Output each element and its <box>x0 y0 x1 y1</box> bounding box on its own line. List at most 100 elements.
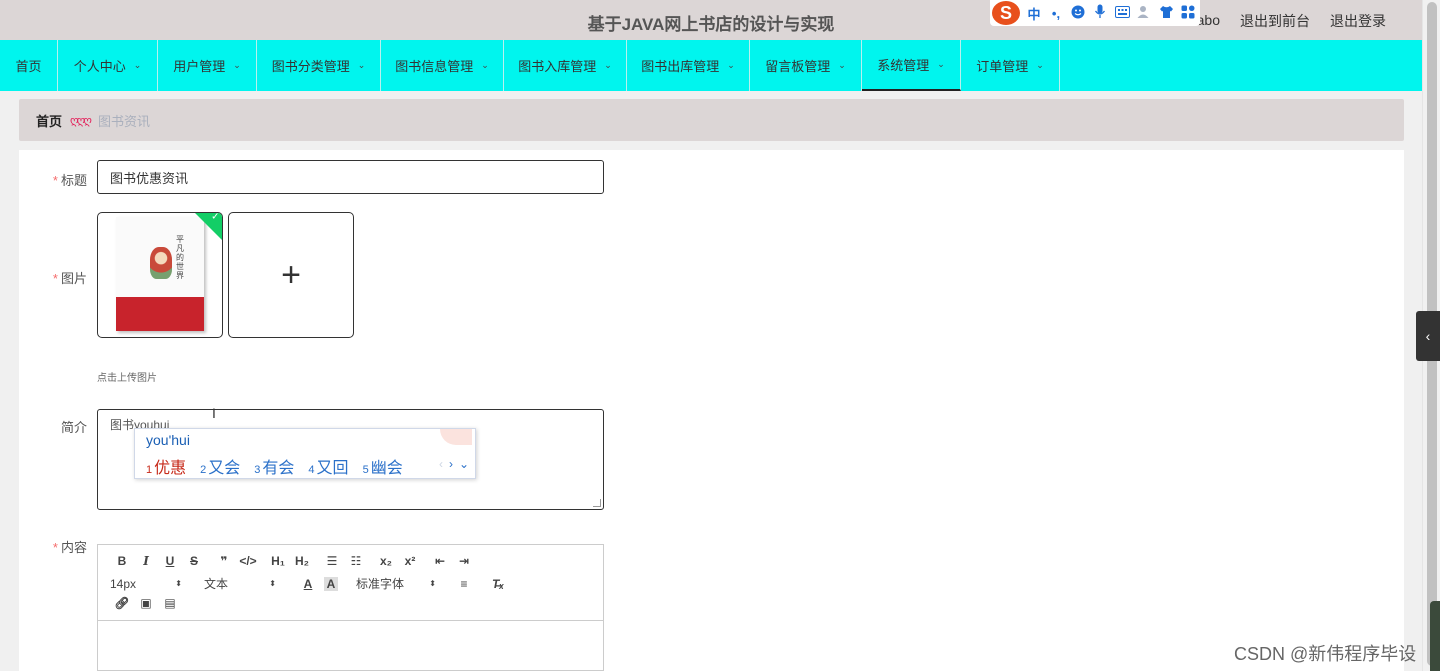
user-area: abo 退出到前台 退出登录 <box>1179 11 1386 31</box>
underline-icon[interactable]: U <box>158 554 182 568</box>
chevron-down-icon: ⌄ <box>481 60 489 70</box>
check-icon: ✓ <box>211 212 220 223</box>
floating-widget[interactable] <box>1430 601 1440 671</box>
title-input[interactable]: 图书优惠资讯 <box>97 160 604 194</box>
link-icon[interactable]: 🔗︎ <box>110 596 134 610</box>
select-arrows-icon: ⬍ <box>269 579 276 588</box>
nav-item-book-category[interactable]: 图书分类管理 ⌄ <box>257 40 381 91</box>
align-icon[interactable]: ≡ <box>452 577 476 591</box>
italic-icon[interactable]: I <box>134 554 158 568</box>
chevron-left-icon: ‹ <box>1425 328 1431 344</box>
required-mark: * <box>52 271 58 286</box>
chevron-down-icon[interactable]: ⌄ <box>459 457 469 471</box>
nav-item-book-info[interactable]: 图书信息管理 ⌄ <box>381 40 504 91</box>
nav-item-book-stock-out[interactable]: 图书出库管理 ⌄ <box>627 40 750 91</box>
book-cover-title: 平凡的世界 <box>176 235 184 280</box>
upload-button[interactable]: + <box>228 212 354 338</box>
font-family-select[interactable]: 标准字体 ⬍ <box>356 575 436 592</box>
clear-format-icon[interactable]: T̶ₓ <box>486 577 510 591</box>
keyboard-icon[interactable] <box>1114 5 1130 21</box>
chevron-down-icon: ⌄ <box>604 60 612 70</box>
text-cursor-icon: I <box>212 405 216 421</box>
upload-tip: 点击上传图片 <box>97 373 157 384</box>
ime-candidate[interactable]: 5 幽会 <box>363 454 403 478</box>
image-icon[interactable]: ▣ <box>134 596 158 610</box>
user-account-icon[interactable] <box>1136 5 1152 22</box>
breadcrumb-home[interactable]: 首页 <box>36 111 62 130</box>
nav-item-book-stock-in[interactable]: 图书入库管理 ⌄ <box>504 40 627 91</box>
ime-candidate[interactable]: 2 又会 <box>200 454 240 478</box>
ime-candidate[interactable]: 3 有会 <box>254 454 294 478</box>
nav-item-user-management[interactable]: 用户管理 ⌄ <box>158 40 257 91</box>
top-header: 基于JAVA网上书店的设计与实现 abo 退出到前台 退出登录 <box>0 0 1422 40</box>
indent-icon[interactable]: ⇥ <box>452 554 476 568</box>
chevron-down-icon: ⌄ <box>727 60 735 70</box>
chevron-down-icon: ⌄ <box>1036 60 1044 70</box>
bullet-list-icon[interactable]: ☷ <box>344 554 368 568</box>
ime-candidate-popup: you'hui 1 优惠 2 又会 3 有会 4 又回 5 幽会 ‹ › ⌄ <box>134 428 476 479</box>
strikethrough-icon[interactable]: S <box>182 554 206 568</box>
title-label: * 标题 <box>52 173 87 188</box>
toolbar-row-3: 🔗︎ ▣ ▤ <box>110 596 182 610</box>
logout-button[interactable]: 退出登录 <box>1330 11 1386 31</box>
font-size-select[interactable]: 14px ⬍ <box>110 577 182 591</box>
ime-mode-toggle[interactable]: 中 <box>1026 4 1042 23</box>
chevron-down-icon: ⌄ <box>357 60 366 70</box>
required-mark: * <box>52 173 58 188</box>
image-label: * 图片 <box>52 271 87 286</box>
ime-candidate[interactable]: 1 优惠 <box>146 454 186 478</box>
block-type-select[interactable]: 文本 ⬍ <box>204 575 276 592</box>
editor-toolbar: B I U S ❞ </> H₁ H₂ ☰ ☷ x₂ x² ⇤ ⇥ 14px ⬍ … <box>98 545 603 621</box>
outdent-icon[interactable]: ⇤ <box>428 554 452 568</box>
nav-item-personal-center[interactable]: 个人中心 ⌄ <box>58 40 158 91</box>
sogou-logo-icon[interactable]: S <box>992 1 1020 25</box>
ime-punct-icon[interactable]: •, <box>1048 6 1064 21</box>
ime-candidates: 1 优惠 2 又会 3 有会 4 又回 5 幽会 <box>146 454 403 478</box>
heading-2-icon[interactable]: H₂ <box>290 554 314 568</box>
skin-shirt-icon[interactable] <box>1158 5 1174 22</box>
required-mark: * <box>52 540 58 555</box>
background-color-icon[interactable]: A <box>324 576 338 591</box>
font-color-icon[interactable]: A <box>296 577 320 591</box>
subscript-icon[interactable]: x₂ <box>374 554 398 568</box>
book-cover-illustration <box>150 247 172 279</box>
uploaded-image-card[interactable]: 平凡的世界 ✓ <box>97 212 223 338</box>
ime-pinyin: you'hui <box>146 432 190 448</box>
editor-content-area[interactable] <box>98 621 603 671</box>
main-nav: 首页 个人中心 ⌄ 用户管理 ⌄ 图书分类管理 ⌄ 图书信息管理 ⌄ 图书入库管理 ⌄ 图… <box>0 40 1422 91</box>
content-label: * 内容 <box>52 540 87 555</box>
toolbar-row-2: 14px ⬍ 文本 ⬍ A A 标准字体 ⬍ ≡ T̶ₓ <box>110 575 510 592</box>
ime-candidate[interactable]: 4 又回 <box>308 454 348 478</box>
chevron-left-icon[interactable]: ‹ <box>439 457 443 471</box>
nav-item-home[interactable]: 首页 <box>0 40 58 91</box>
goto-front-button[interactable]: 退出到前台 <box>1240 11 1310 31</box>
nav-item-system-management[interactable]: 系统管理 ⌄ <box>862 40 961 91</box>
chevron-right-icon[interactable]: › <box>449 457 453 471</box>
toolbox-grid-icon[interactable] <box>1180 5 1196 22</box>
microphone-icon[interactable] <box>1092 4 1108 22</box>
breadcrumb: 首页 ღღღ 图书资讯 <box>19 99 1404 141</box>
breadcrumb-separator-icon: ღღღ <box>70 114 92 127</box>
ordered-list-icon[interactable]: ☰ <box>320 554 344 568</box>
blockquote-icon[interactable]: ❞ <box>212 554 236 568</box>
resize-grip-icon[interactable] <box>593 499 601 507</box>
chevron-down-icon: ⌄ <box>838 60 846 70</box>
plus-icon: + <box>281 255 301 294</box>
watermark: CSDN @新伟程序毕设 <box>1234 644 1417 664</box>
nav-item-order-management[interactable]: 订单管理 ⌄ <box>961 40 1060 91</box>
emoji-icon[interactable] <box>1070 5 1086 22</box>
toolbar-row-1: B I U S ❞ </> H₁ H₂ ☰ ☷ x₂ x² ⇤ ⇥ <box>110 554 476 568</box>
chevron-down-icon: ⌄ <box>937 59 945 69</box>
intro-label: 简介 <box>60 420 87 435</box>
side-panel-toggle[interactable]: ‹ <box>1416 311 1440 361</box>
superscript-icon[interactable]: x² <box>398 554 422 568</box>
code-icon[interactable]: </> <box>236 554 260 568</box>
rich-text-editor: B I U S ❞ </> H₁ H₂ ☰ ☷ x₂ x² ⇤ ⇥ 14px ⬍ … <box>97 544 604 671</box>
bold-icon[interactable]: B <box>110 554 134 568</box>
breadcrumb-current: 图书资讯 <box>97 113 150 129</box>
heading-1-icon[interactable]: H₁ <box>266 554 290 568</box>
nav-item-message-board[interactable]: 留言板管理 ⌄ <box>750 40 862 91</box>
sogou-watermark-icon <box>440 429 472 445</box>
ime-page-arrows: ‹ › ⌄ <box>439 457 469 471</box>
video-icon[interactable]: ▤ <box>158 596 182 610</box>
